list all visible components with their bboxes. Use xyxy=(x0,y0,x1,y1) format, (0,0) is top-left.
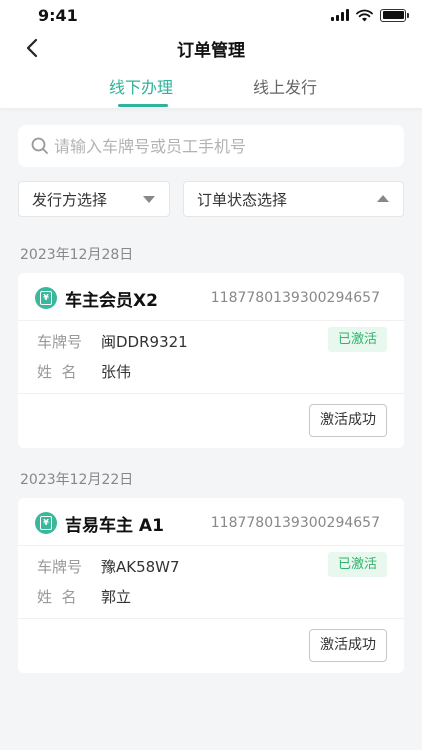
name-value: 郭立 xyxy=(101,588,132,606)
plate-value: 闽DDR9321 xyxy=(101,333,188,351)
status-icons xyxy=(331,8,409,22)
name-value: 张伟 xyxy=(101,363,132,381)
order-card-header: ¥ 吉易车主 A1 1187780139300294657 xyxy=(18,498,404,546)
order-card-header: ¥ 车主会员X2 1187780139300294657 xyxy=(18,273,404,321)
name-label: 姓 名 xyxy=(37,588,77,606)
status-badge: 已激活 xyxy=(327,327,387,352)
plate-label: 车牌号 xyxy=(37,333,83,351)
caret-up-icon xyxy=(377,195,389,202)
order-title: 车主会员X2 xyxy=(65,291,158,311)
status-filter-dropdown[interactable]: 订单状态选择 xyxy=(183,181,404,217)
search-input[interactable] xyxy=(54,136,394,156)
cellular-signal-icon xyxy=(331,9,349,21)
card-divider xyxy=(18,393,404,394)
nav-bar: 订单管理 线下办理 线上发行 xyxy=(0,30,422,108)
page-title: 订单管理 xyxy=(177,41,245,61)
order-date: 2023年12月28日 xyxy=(20,247,134,263)
status-time: 9:41 xyxy=(38,6,78,25)
order-title: 吉易车主 A1 xyxy=(65,516,164,536)
status-filter-label: 订单状态选择 xyxy=(197,190,288,209)
membership-icon: ¥ xyxy=(35,287,57,309)
order-date: 2023年12月22日 xyxy=(20,472,134,488)
status-bar: 9:41 xyxy=(0,0,422,30)
tab-online[interactable]: 线上发行 xyxy=(253,74,317,98)
activation-success-button[interactable]: 激活成功 xyxy=(309,629,387,662)
wifi-icon xyxy=(356,9,373,21)
order-card[interactable]: ¥ 吉易车主 A1 1187780139300294657 车牌号 豫AK58W… xyxy=(18,498,404,673)
battery-icon xyxy=(380,8,409,22)
tab-bar: 线下办理 线上发行 xyxy=(0,74,422,108)
tab-offline[interactable]: 线下办理 xyxy=(109,74,173,98)
search-icon xyxy=(31,137,48,154)
plate-value: 豫AK58W7 xyxy=(101,558,180,576)
status-badge: 已激活 xyxy=(327,552,387,577)
membership-icon: ¥ xyxy=(35,512,57,534)
name-label: 姓 名 xyxy=(37,363,77,381)
order-number: 1187780139300294657 xyxy=(210,290,380,306)
issuer-filter-label: 发行方选择 xyxy=(32,190,108,209)
plate-label: 车牌号 xyxy=(37,558,83,576)
caret-down-icon xyxy=(143,196,155,203)
order-number: 1187780139300294657 xyxy=(210,515,380,531)
search-box xyxy=(18,125,404,167)
issuer-filter-dropdown[interactable]: 发行方选择 xyxy=(18,181,170,217)
tab-indicator xyxy=(118,104,168,107)
activation-success-button[interactable]: 激活成功 xyxy=(309,404,387,437)
card-divider xyxy=(18,618,404,619)
order-card[interactable]: ¥ 车主会员X2 1187780139300294657 车牌号 闽DDR932… xyxy=(18,273,404,448)
